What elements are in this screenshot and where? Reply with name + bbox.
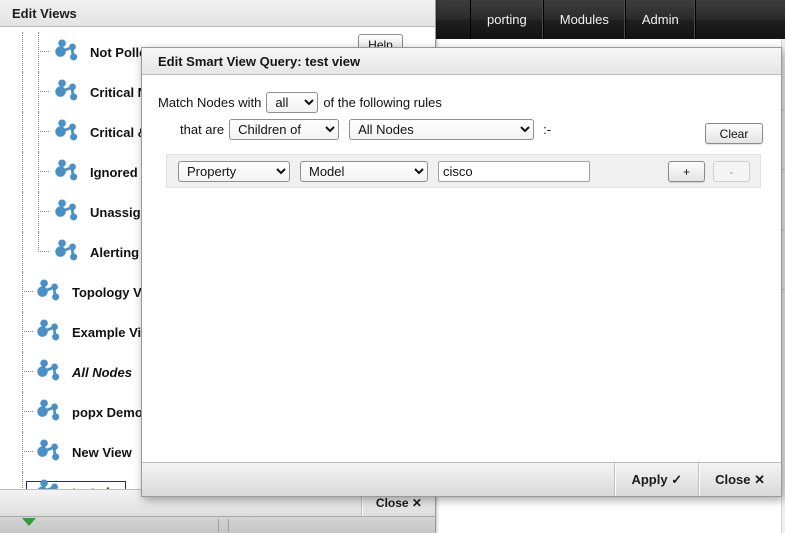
node-graph-icon [55, 159, 78, 181]
smart-view-query-dialog: Edit Smart View Query: test view Match N… [141, 47, 782, 497]
node-graph-icon [55, 199, 78, 221]
tree-guide-line [22, 32, 23, 72]
relation-select[interactable]: Children ofParents ofDescendants of [229, 119, 340, 140]
tree-guide-line [22, 432, 23, 472]
node-graph-icon [37, 279, 60, 301]
remove-rule-button[interactable]: - [713, 161, 750, 182]
match-rule-row: Match Nodes with allany of the following… [158, 92, 763, 113]
node-graph-icon [37, 439, 60, 461]
dialog-close-button[interactable]: Close ✕ [698, 463, 781, 496]
dialog-footer: Apply ✓ Close ✕ [142, 462, 781, 496]
apply-button[interactable]: Apply ✓ [614, 463, 698, 496]
tree-guide-line [22, 192, 23, 232]
node-graph-icon [32, 438, 66, 466]
rule-row: PropertyAttributeTag ModelVendorNameLoca… [166, 154, 761, 188]
node-graph-icon [50, 38, 84, 66]
rule-buttons: + - [668, 161, 750, 182]
tree-guide-line [38, 112, 39, 152]
screen-root: porting Modules Admin Edit Views Not Polle… [0, 0, 785, 533]
node-graph-icon [55, 119, 78, 141]
node-graph-icon [50, 118, 84, 146]
tree-item-label: Topology Vi [72, 284, 146, 300]
node-graph-icon [55, 239, 78, 261]
node-graph-icon [50, 78, 84, 106]
add-rule-button[interactable]: + [668, 161, 705, 182]
clear-button[interactable]: Clear [705, 123, 763, 144]
tree-item-label: popx Demo [72, 404, 143, 420]
dialog-body: Match Nodes with allany of the following… [142, 76, 781, 461]
tree-guide-line [22, 72, 23, 112]
node-graph-icon [37, 479, 58, 489]
nav-tab-modules[interactable]: Modules [544, 0, 626, 39]
node-graph-icon [50, 238, 84, 266]
node-graph-icon [32, 278, 66, 306]
node-graph-icon [50, 158, 84, 186]
rule-value-input[interactable] [438, 160, 590, 182]
tree-item-label: All Nodes [72, 364, 132, 380]
edit-views-title: Edit Views [0, 0, 435, 27]
rule-field-select[interactable]: ModelVendorNameLocation [300, 160, 428, 182]
tree-guide-line [38, 232, 39, 252]
status-bar [0, 516, 435, 533]
tree-guide-line [22, 232, 23, 272]
nav-tab-porting[interactable]: porting [470, 0, 544, 39]
node-graph-icon [32, 478, 66, 489]
node-graph-icon [37, 359, 60, 381]
node-graph-icon [55, 39, 78, 61]
node-graph-icon [32, 398, 66, 426]
tree-guide-line [22, 112, 23, 152]
match-prefix-label: Match Nodes with [158, 95, 262, 110]
scope-select[interactable]: All Nodes [349, 119, 535, 140]
status-indicator-icon [22, 518, 36, 526]
tree-item-label: Critical N [90, 84, 148, 100]
tree-guide-line [38, 192, 39, 232]
that-are-label: that are [180, 122, 225, 137]
node-graph-icon [50, 198, 84, 226]
scope-rule-row: that are Children ofParents ofDescendant… [158, 119, 763, 140]
node-graph-icon [37, 319, 60, 341]
colon-label: :- [543, 122, 552, 137]
tree-item-label: Unassign [90, 204, 149, 220]
nav-tab-admin[interactable]: Admin [626, 0, 696, 39]
tree-guide-line [22, 472, 23, 489]
tree-item-label: Example Vie [72, 324, 149, 340]
tree-guide-line [38, 152, 39, 192]
tree-guide-line [22, 312, 23, 352]
tree-guide-line [38, 32, 39, 72]
tree-item-label: Alerting [90, 244, 140, 260]
rule-type-select[interactable]: PropertyAttributeTag [178, 160, 290, 182]
tree-item-label: Critical & [90, 124, 148, 140]
match-mode-select[interactable]: allany [266, 92, 319, 113]
dialog-title: Edit Smart View Query: test view [142, 48, 781, 75]
node-graph-icon [32, 318, 66, 346]
tree-guide-line [38, 72, 39, 112]
app-nav-tab-list: porting Modules Admin [470, 0, 696, 39]
node-graph-icon [37, 399, 60, 421]
node-graph-icon [55, 79, 78, 101]
tree-item-label: Ignored [90, 164, 138, 180]
tree-item-label: New View [72, 444, 132, 460]
tree-guide-line [22, 352, 23, 392]
tree-guide-line [22, 392, 23, 432]
match-suffix-label: of the following rules [323, 95, 442, 110]
node-graph-icon [32, 358, 66, 386]
tree-guide-line [22, 272, 23, 312]
tree-guide-line [22, 152, 23, 192]
